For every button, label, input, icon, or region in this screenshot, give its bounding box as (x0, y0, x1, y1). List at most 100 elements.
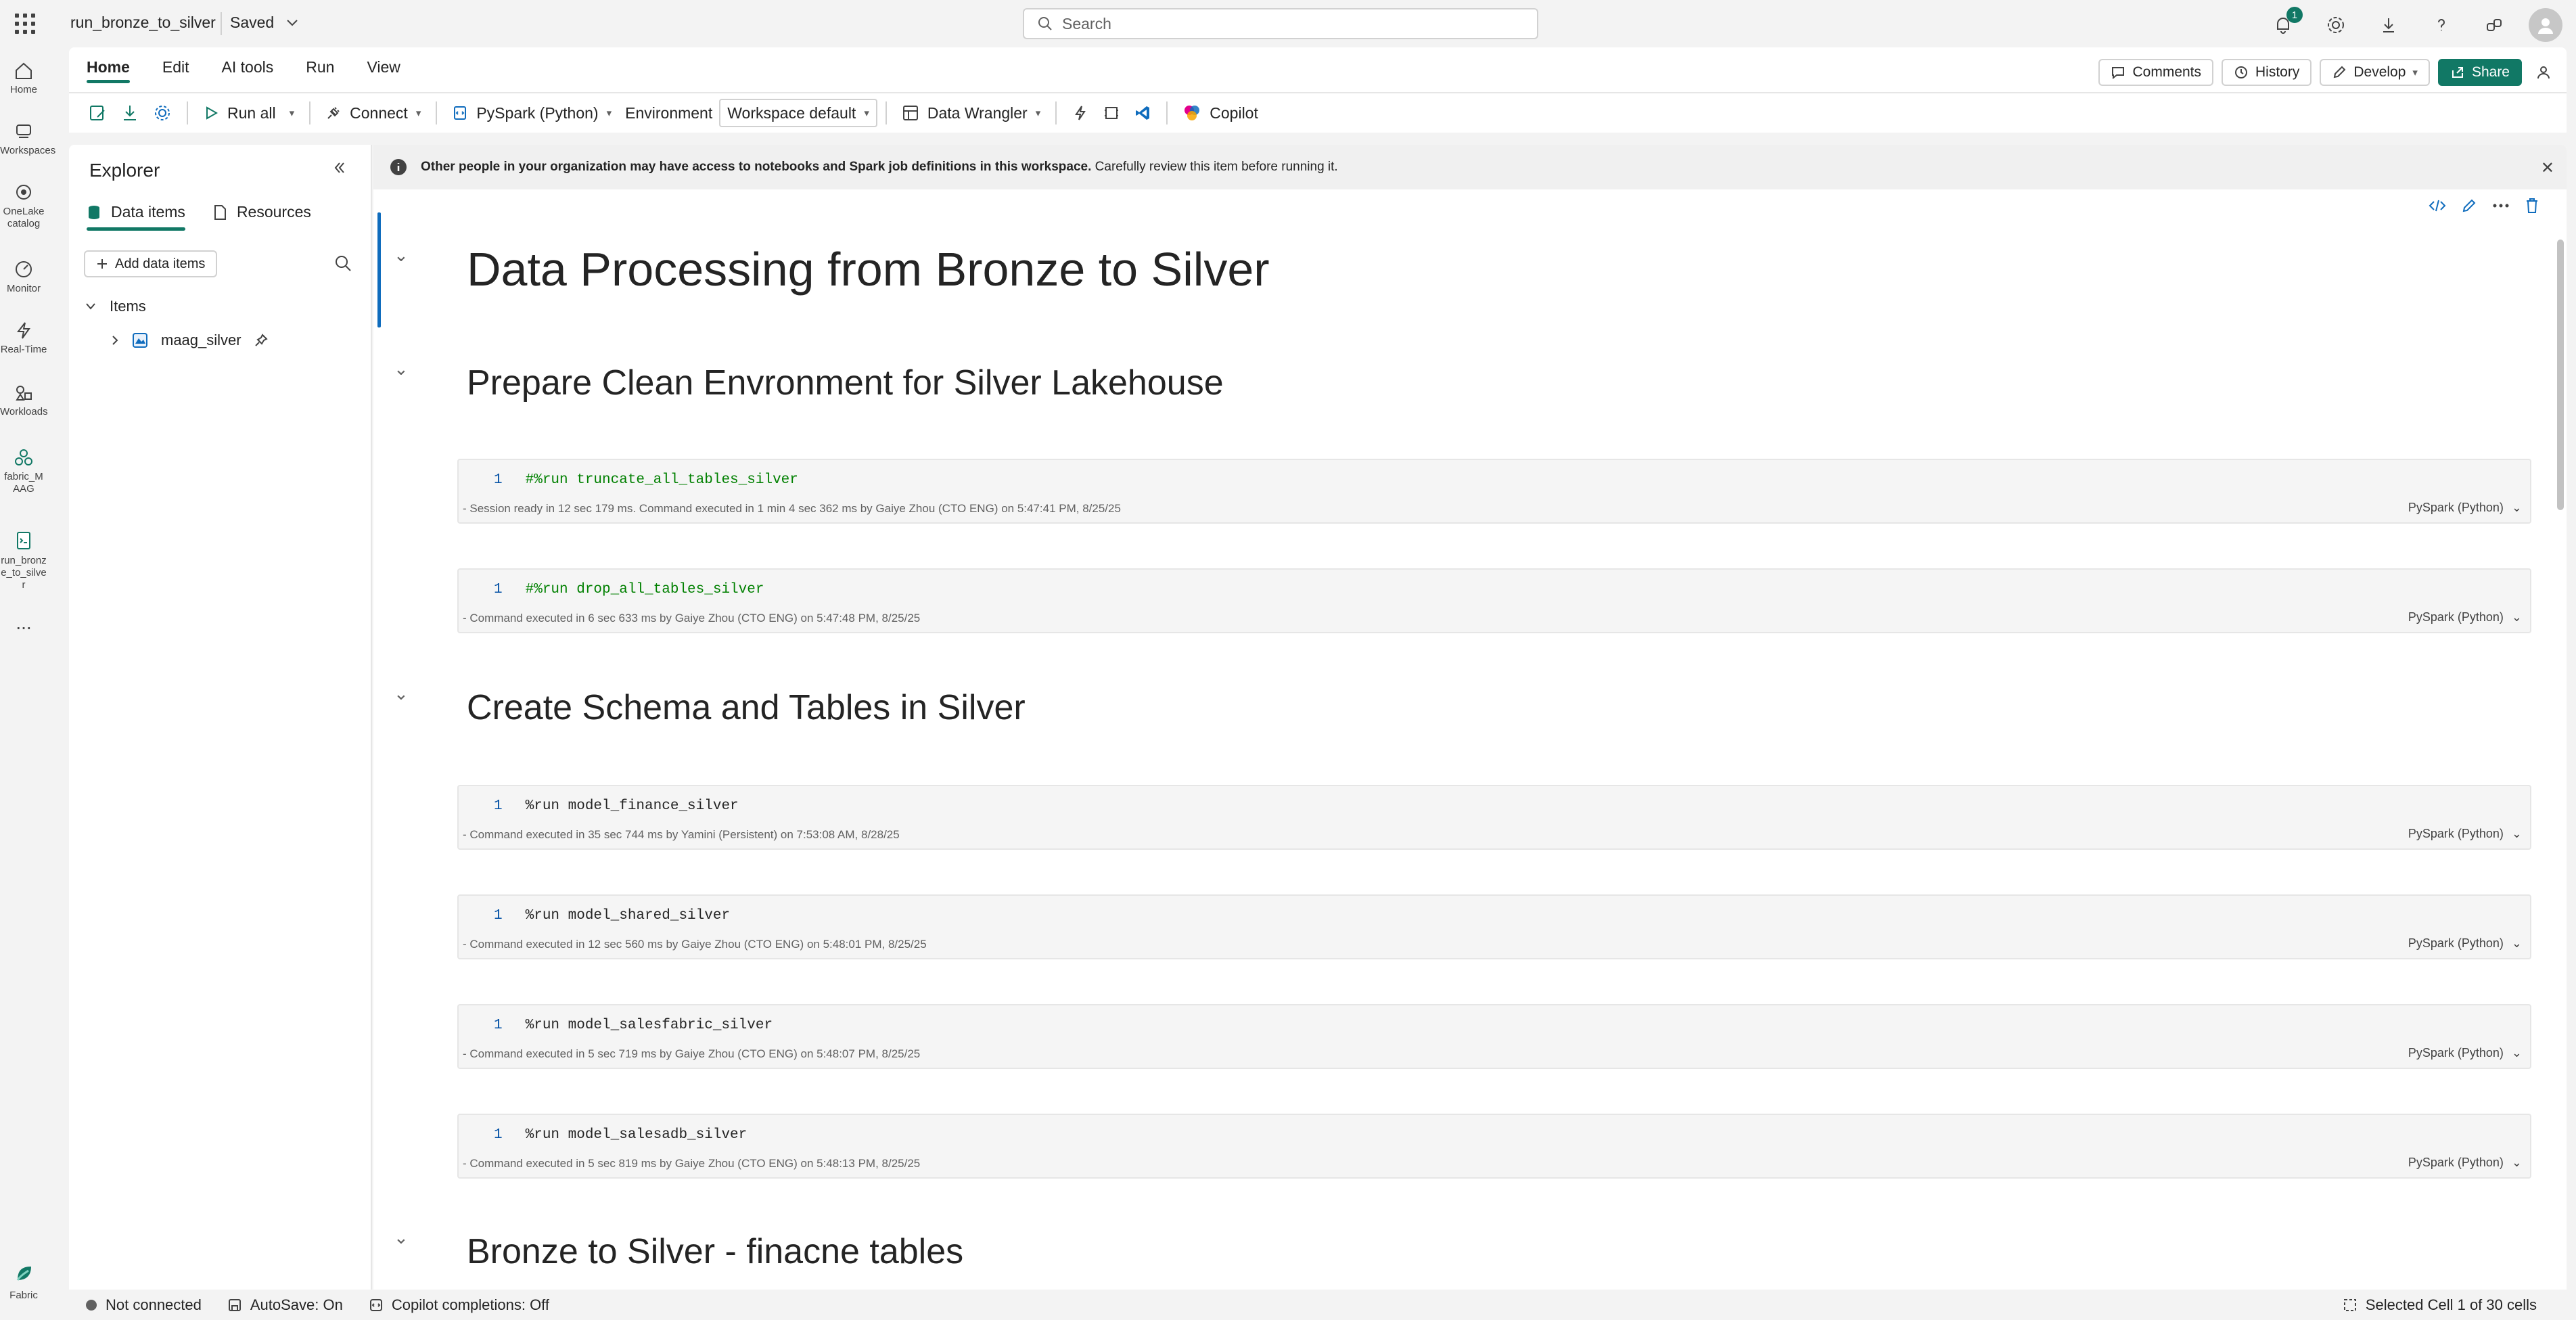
code-toggle-icon[interactable] (2429, 198, 2446, 213)
download-button[interactable] (2362, 9, 2415, 41)
edit-icon[interactable] (2461, 198, 2477, 214)
code-text[interactable]: %run model_finance_silver (526, 798, 739, 814)
more-icon[interactable] (2492, 203, 2510, 208)
vertical-scrollbar[interactable] (2553, 206, 2567, 1303)
cell-language-selector[interactable]: PySpark (Python) ⌄ (2408, 936, 2522, 951)
tab-ai-tools[interactable]: AI tools (222, 58, 274, 83)
code-cell[interactable]: 1 %run model_finance_silver - Command ex… (457, 785, 2531, 850)
code-cell[interactable]: 1 #%run drop_all_tables_silver - Command… (457, 568, 2531, 633)
new-notebook-button[interactable] (81, 98, 114, 128)
cell-language-selector[interactable]: PySpark (Python) ⌄ (2408, 827, 2522, 841)
notebook-settings-button[interactable] (146, 98, 179, 128)
language-selector[interactable]: PySpark (Python) ▾ (445, 98, 618, 128)
rail-item-home[interactable]: Home (0, 61, 47, 96)
app-launcher-icon[interactable] (15, 14, 35, 34)
collapse-section-icon[interactable]: ⌄ (394, 683, 409, 704)
toolbar-divider (885, 101, 887, 124)
connect-button[interactable]: Connect ▾ (319, 98, 428, 128)
copilot-completions-status[interactable]: Copilot completions: Off (369, 1296, 549, 1314)
cell-language-selector[interactable]: PySpark (Python) ⌄ (2408, 1046, 2522, 1060)
code-text[interactable]: %run model_salesadb_silver (526, 1127, 748, 1143)
share-feedback-button[interactable] (2468, 9, 2521, 41)
download-notebook-button[interactable] (114, 98, 146, 128)
gear-icon (155, 106, 170, 120)
code-cell[interactable]: 1 %run model_salesfabric_silver - Comman… (457, 1004, 2531, 1069)
section-heading[interactable]: Create Schema and Tables in Silver (467, 687, 1026, 728)
section-heading[interactable]: Prepare Clean Envronment for Silver Lake… (467, 363, 1224, 403)
items-section-header[interactable]: Items (85, 298, 146, 315)
play-icon (206, 106, 218, 120)
copilot-button[interactable]: Copilot (1176, 98, 1265, 128)
code-cell[interactable]: 1 %run model_shared_silver - Command exe… (457, 894, 2531, 959)
saved-status[interactable]: Saved (230, 14, 298, 32)
vscode-button[interactable] (1127, 98, 1158, 128)
code-cell[interactable]: 1 %run model_salesadb_silver - Command e… (457, 1114, 2531, 1179)
run-all-button[interactable]: Run all (196, 98, 283, 128)
collapse-section-icon[interactable]: ⌄ (394, 245, 409, 266)
tab-run[interactable]: Run (306, 58, 334, 83)
close-banner-button[interactable]: ✕ (2541, 158, 2554, 178)
chevron-down-icon: ▾ (864, 108, 869, 119)
settings-button[interactable] (2309, 9, 2362, 41)
develop-mode-button[interactable]: Develop ▾ (2320, 59, 2430, 86)
item-title[interactable]: run_bronze_to_silver (70, 14, 216, 32)
tab-home[interactable]: Home (87, 58, 130, 83)
notebook-title-heading[interactable]: Data Processing from Bronze to Silver (467, 242, 1270, 296)
scrollbar-thumb[interactable] (2557, 240, 2564, 510)
fabric-home-button[interactable]: Fabric (0, 1262, 47, 1302)
connection-status[interactable]: Not connected (85, 1296, 202, 1314)
code-line: 1 %run model_shared_silver (494, 908, 730, 924)
chevron-down-icon: ⌄ (2511, 936, 2522, 950)
share-button[interactable]: Share (2437, 59, 2522, 86)
cell-status: - Command executed in 5 sec 819 ms by Ga… (463, 1157, 921, 1170)
search-input[interactable]: Search (1023, 8, 1538, 39)
comments-button[interactable]: Comments (2098, 59, 2214, 86)
tab-resources[interactable]: Resources (212, 203, 311, 231)
fullscreen-button[interactable] (1096, 98, 1127, 128)
ribbon-tabs: Home Edit AI tools Run View (87, 58, 400, 83)
code-text[interactable]: #%run truncate_all_tables_silver (526, 472, 798, 488)
code-cell[interactable]: 1 #%run truncate_all_tables_silver - Ses… (457, 459, 2531, 524)
explorer-search-button[interactable] (334, 254, 352, 272)
tab-edit[interactable]: Edit (162, 58, 189, 83)
vscode-icon (1136, 106, 1150, 120)
account-avatar[interactable] (2529, 8, 2562, 42)
tab-data-items[interactable]: Data items (87, 203, 185, 231)
run-all-dropdown[interactable]: ▾ (283, 98, 302, 128)
rail-item-onelake[interactable]: OneLake catalog (0, 183, 47, 230)
rail-item-notebook[interactable]: run_bronze_to_silver (0, 530, 47, 591)
notifications-button[interactable]: 1 (2257, 7, 2309, 41)
delete-icon[interactable] (2525, 198, 2539, 214)
code-text[interactable]: %run model_salesfabric_silver (526, 1018, 773, 1033)
tree-item-lakehouse[interactable]: maag_silver (111, 332, 269, 349)
cell-language-selector[interactable]: PySpark (Python) ⌄ (2408, 1156, 2522, 1170)
people-button[interactable] (2530, 57, 2557, 88)
help-button[interactable] (2415, 9, 2468, 41)
chevron-down-icon: ⌄ (2511, 1046, 2522, 1060)
rail-item-workspaces[interactable]: Workspaces (0, 122, 55, 157)
data-wrangler-button[interactable]: Data Wrangler ▾ (895, 98, 1047, 128)
environment-selector[interactable]: Workspace default ▾ (719, 99, 877, 127)
rail-item-workspace[interactable]: fabric_MAAG (0, 448, 47, 495)
cell-language-selector[interactable]: PySpark (Python) ⌄ (2408, 610, 2522, 624)
section-heading[interactable]: Bronze to Silver - finacne tables (467, 1231, 963, 1272)
autosave-status[interactable]: AutoSave: On (227, 1296, 343, 1314)
add-data-items-button[interactable]: Add data items (84, 250, 218, 277)
code-text[interactable]: %run model_shared_silver (526, 908, 730, 924)
chevron-down-icon: ▾ (606, 108, 612, 119)
rail-item-realtime[interactable]: Real-Time (0, 321, 47, 356)
collapse-section-icon[interactable]: ⌄ (394, 359, 409, 380)
cell-language-selector[interactable]: PySpark (Python) ⌄ (2408, 501, 2522, 515)
code-text[interactable]: #%run drop_all_tables_silver (526, 582, 764, 597)
toolbar-divider (436, 101, 438, 124)
chevron-down-icon: ▾ (1035, 108, 1041, 119)
rail-item-monitor[interactable]: Monitor (0, 260, 47, 295)
history-button[interactable]: History (2222, 59, 2312, 86)
collapse-section-icon[interactable]: ⌄ (394, 1227, 409, 1248)
collapse-explorer-button[interactable] (331, 160, 348, 176)
ai-function-button[interactable] (1065, 98, 1096, 128)
rail-more-button[interactable]: ... (0, 614, 47, 633)
rail-item-workloads[interactable]: Workloads (0, 383, 48, 418)
tab-view[interactable]: View (367, 58, 400, 83)
pin-icon[interactable] (254, 333, 269, 348)
